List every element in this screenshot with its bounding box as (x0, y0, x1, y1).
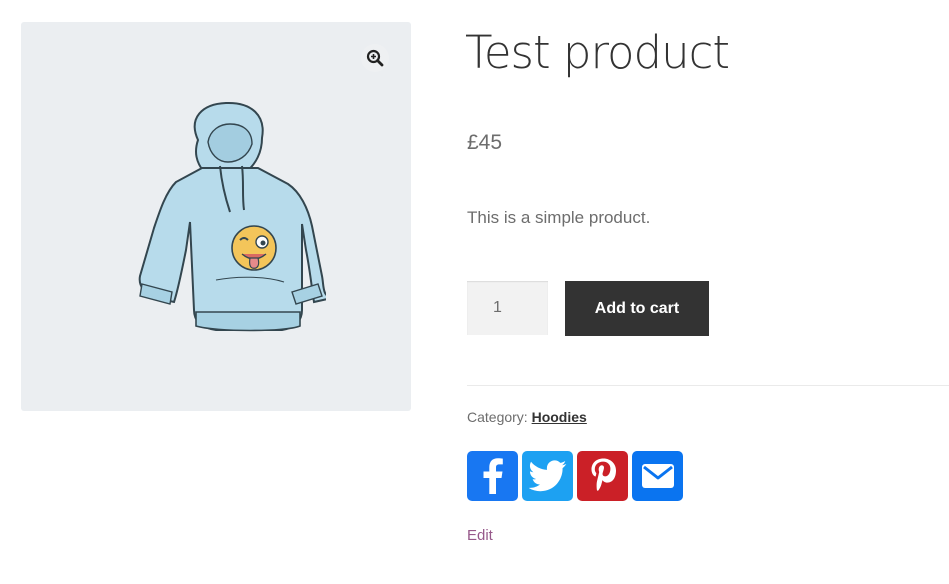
product-image[interactable] (116, 100, 326, 332)
share-pinterest-button[interactable] (577, 451, 628, 501)
add-to-cart-button[interactable]: Add to cart (565, 281, 709, 336)
share-twitter-button[interactable] (522, 451, 573, 501)
zoom-button[interactable] (361, 44, 389, 72)
share-email-button[interactable] (632, 451, 683, 501)
product-description: This is a simple product. (467, 208, 651, 227)
product-title: Test product (465, 26, 730, 79)
product-price: £45 (467, 131, 503, 154)
divider (467, 385, 949, 386)
zoom-in-icon (366, 49, 384, 67)
share-facebook-button[interactable] (467, 451, 518, 501)
product-gallery (21, 22, 411, 411)
quantity-input[interactable] (467, 281, 548, 335)
category-label: Category: (467, 409, 528, 425)
share-buttons (467, 451, 683, 501)
edit-link[interactable]: Edit (467, 527, 493, 544)
twitter-icon (528, 460, 566, 492)
product-meta: Category: Hoodies (467, 409, 587, 425)
category-link[interactable]: Hoodies (532, 409, 587, 425)
pinterest-icon (591, 458, 616, 491)
email-icon (641, 464, 674, 488)
facebook-icon (483, 458, 503, 494)
